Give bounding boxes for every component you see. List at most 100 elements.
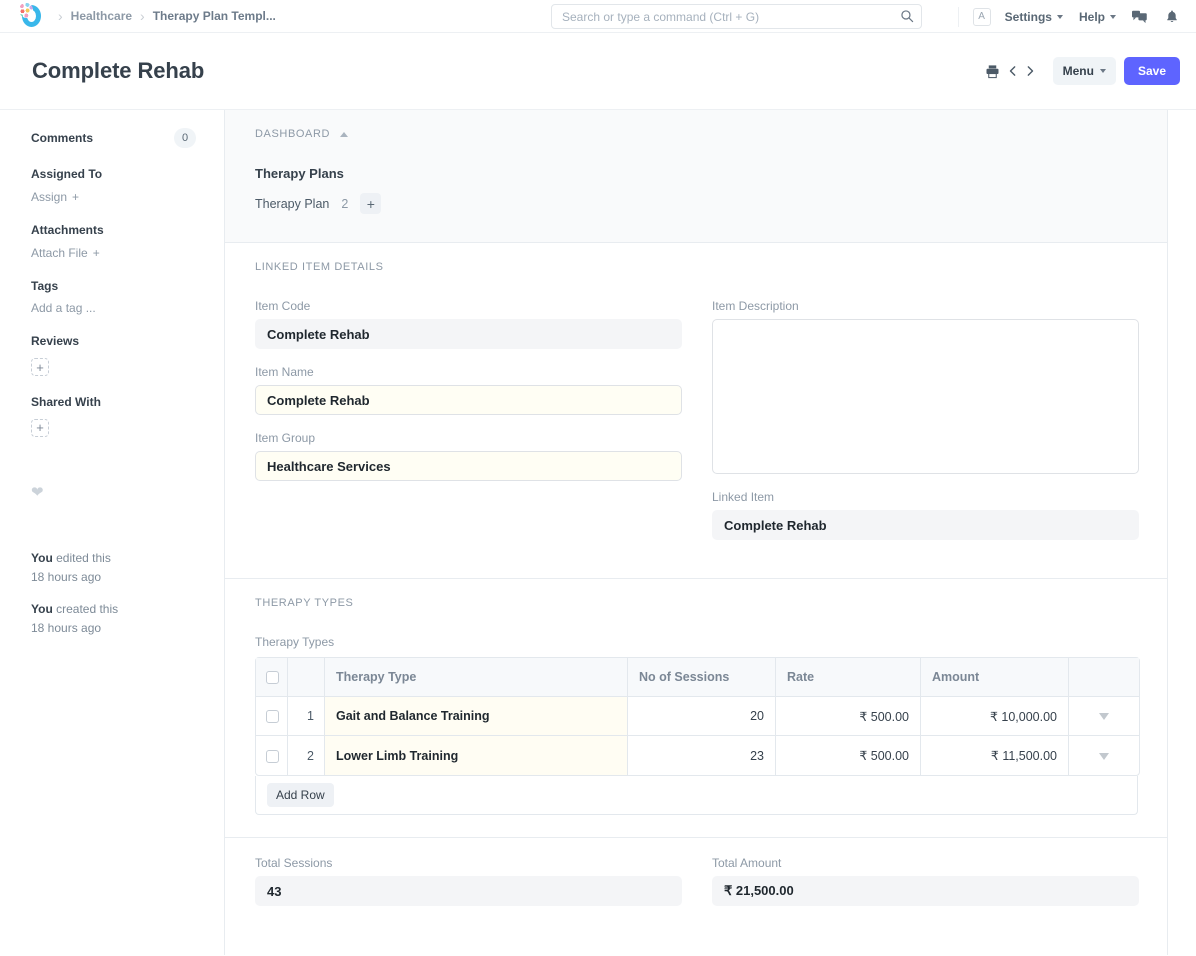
avatar[interactable]: A <box>973 8 991 26</box>
print-icon[interactable] <box>981 59 1005 83</box>
add-share-button[interactable]: + <box>31 419 49 437</box>
item-description-label: Item Description <box>712 299 1139 313</box>
assigned-to-label: Assigned To <box>31 166 196 183</box>
cell-amount[interactable]: ₹ 10,000.00 <box>921 697 1069 736</box>
menu-button[interactable]: Menu <box>1053 57 1116 85</box>
section-therapy-types: THERAPY TYPES Therapy Types Therapy Type… <box>225 579 1167 838</box>
form-container: DASHBOARD Therapy Plans Therapy Plan 2 +… <box>224 110 1168 955</box>
breadcrumb-separator-icon: › <box>58 9 63 23</box>
therapy-types-table: Therapy Type No of Sessions Rate Amount <box>255 657 1140 776</box>
save-button[interactable]: Save <box>1124 57 1180 85</box>
item-group-label: Item Group <box>255 431 682 445</box>
table-row[interactable]: 2 Lower Limb Training 23 ₹ 500.00 ₹ 11,5… <box>256 736 1139 775</box>
field-item-group: Item Group Healthcare Services <box>255 431 682 481</box>
linked-item-details-title: LINKED ITEM DETAILS <box>255 261 1137 273</box>
field-linked-item: Linked Item Complete Rehab <box>712 490 1139 540</box>
search-input[interactable] <box>551 4 922 29</box>
breadcrumb-item-therapy-plan-template[interactable]: Therapy Plan Templ... <box>153 9 276 23</box>
table-row[interactable]: 1 Gait and Balance Training 20 ₹ 500.00 … <box>256 697 1139 736</box>
plus-icon: + <box>36 421 44 434</box>
add-row-button[interactable]: Add Row <box>267 783 334 807</box>
breadcrumb-item-healthcare[interactable]: Healthcare <box>71 9 132 23</box>
plus-icon: + <box>72 190 79 204</box>
row-checkbox[interactable] <box>266 750 279 763</box>
total-amount-label: Total Amount <box>712 856 1139 870</box>
column-header-actions <box>1069 658 1139 697</box>
help-label: Help <box>1079 10 1105 24</box>
comments-label: Comments <box>31 130 93 147</box>
dashboard-section-title: DASHBOARD <box>255 128 1137 140</box>
total-amount-value: ₹ 21,500.00 <box>712 876 1139 906</box>
breadcrumb-separator-icon: › <box>140 9 145 23</box>
item-description-textarea[interactable] <box>712 319 1139 474</box>
therapy-types-grid-label: Therapy Types <box>255 635 1137 649</box>
row-index: 1 <box>288 697 325 736</box>
settings-label: Settings <box>1005 10 1052 24</box>
column-header-therapy-type[interactable]: Therapy Type <box>325 658 628 697</box>
add-tag-input[interactable]: Add a tag ... <box>31 301 196 315</box>
sidebar-section-comments: Comments 0 <box>31 128 196 148</box>
chevron-up-icon[interactable] <box>340 132 348 137</box>
cell-no-of-sessions[interactable]: 23 <box>628 736 776 775</box>
app-logo-icon[interactable] <box>18 3 44 29</box>
settings-menu[interactable]: Settings <box>1005 10 1063 24</box>
row-expand-chevron-down-icon[interactable] <box>1099 713 1109 720</box>
column-header-rate[interactable]: Rate <box>776 658 921 697</box>
activity-log: You edited this 18 hours ago You created… <box>31 549 196 637</box>
therapy-plan-link[interactable]: Therapy Plan <box>255 197 329 211</box>
cell-therapy-type[interactable]: Gait and Balance Training <box>325 697 628 736</box>
help-menu[interactable]: Help <box>1079 10 1116 24</box>
index-header <box>288 658 325 697</box>
item-name-label: Item Name <box>255 365 682 379</box>
section-totals: Total Sessions 43 Total Amount ₹ 21,500.… <box>225 838 1167 955</box>
activity-item-edited: You edited this 18 hours ago <box>31 549 196 586</box>
therapy-plan-count: 2 <box>341 197 348 211</box>
sidebar-section-tags: Tags Add a tag ... <box>31 278 196 316</box>
field-total-sessions: Total Sessions 43 <box>255 856 682 906</box>
therapy-plan-link-row: Therapy Plan 2 + <box>255 193 1137 214</box>
item-name-input[interactable]: Complete Rehab <box>255 385 682 415</box>
notes-icon[interactable] <box>1132 9 1148 25</box>
totals-left-column: Total Sessions 43 <box>255 856 682 922</box>
add-review-button[interactable]: + <box>31 358 49 376</box>
sidebar-section-reviews: Reviews + <box>31 333 196 376</box>
total-sessions-label: Total Sessions <box>255 856 682 870</box>
column-header-no-of-sessions[interactable]: No of Sessions <box>628 658 776 697</box>
cell-rate[interactable]: ₹ 500.00 <box>776 736 921 775</box>
cell-rate[interactable]: ₹ 500.00 <box>776 697 921 736</box>
row-index: 2 <box>288 736 325 775</box>
next-document-icon[interactable] <box>1022 59 1039 83</box>
main-content: DASHBOARD Therapy Plans Therapy Plan 2 +… <box>224 110 1196 955</box>
table-header-row: Therapy Type No of Sessions Rate Amount <box>256 658 1139 697</box>
chevron-down-icon <box>1057 15 1063 19</box>
sidebar-section-attachments: Attachments Attach File + <box>31 222 196 260</box>
item-code-label: Item Code <box>255 299 682 313</box>
notifications-bell-icon[interactable] <box>1164 9 1180 25</box>
cell-amount[interactable]: ₹ 11,500.00 <box>921 736 1069 775</box>
linked-item-right-column: Item Description Linked Item Complete Re… <box>712 299 1139 556</box>
previous-document-icon[interactable] <box>1005 59 1022 83</box>
select-all-checkbox[interactable] <box>266 671 279 684</box>
cell-no-of-sessions[interactable]: 20 <box>628 697 776 736</box>
like-heart-icon[interactable]: ❤ <box>31 483 196 501</box>
linked-item-left-column: Item Code Complete Rehab Item Name Compl… <box>255 299 682 556</box>
item-group-input[interactable]: Healthcare Services <box>255 451 682 481</box>
sidebar: Comments 0 Assigned To Assign + Attachme… <box>0 110 224 955</box>
cell-therapy-type[interactable]: Lower Limb Training <box>325 736 628 775</box>
plus-icon: + <box>36 361 44 374</box>
attach-file-button[interactable]: Attach File + <box>31 246 196 260</box>
row-checkbox[interactable] <box>266 710 279 723</box>
global-search[interactable] <box>551 4 922 29</box>
row-menu-cell <box>1069 736 1139 775</box>
section-dashboard: DASHBOARD Therapy Plans Therapy Plan 2 + <box>225 110 1167 243</box>
activity-action: created this <box>53 602 118 616</box>
chevron-down-icon <box>1100 69 1106 73</box>
add-therapy-plan-button[interactable]: + <box>360 193 381 214</box>
assign-button[interactable]: Assign + <box>31 190 196 204</box>
column-header-amount[interactable]: Amount <box>921 658 1069 697</box>
linked-item-value: Complete Rehab <box>712 510 1139 540</box>
activity-time: 18 hours ago <box>31 619 196 638</box>
chevron-down-icon <box>1110 15 1116 19</box>
row-expand-chevron-down-icon[interactable] <box>1099 753 1109 760</box>
attachments-label: Attachments <box>31 222 196 239</box>
